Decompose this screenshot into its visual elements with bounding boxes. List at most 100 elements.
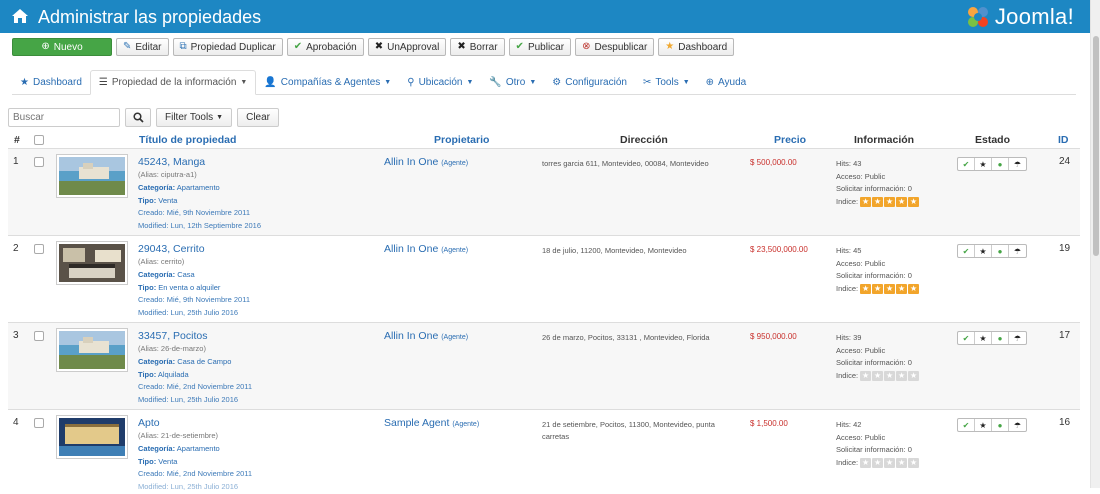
property-alias: (Alias: 26-de-marzo) bbox=[138, 344, 206, 353]
access-level: Acceso: Public bbox=[836, 345, 886, 355]
star-filled-icon: ★ bbox=[860, 196, 872, 207]
published-icon[interactable]: ● bbox=[992, 245, 1009, 257]
delete-button[interactable]: ✖ Borrar bbox=[450, 38, 505, 56]
map-marker-icon: ⚲ bbox=[407, 77, 415, 88]
property-stats: Hits: 42 Acceso: Public Solicitar inform… bbox=[836, 419, 920, 469]
row-number: 2 bbox=[13, 243, 19, 254]
row-checkbox[interactable] bbox=[34, 157, 44, 167]
access-level: Acceso: Public bbox=[836, 171, 886, 181]
type-label: Tipo: bbox=[138, 195, 157, 205]
table-row: 3 33457, Pocitos (Alias: 26-de-marzo) Ca… bbox=[8, 322, 1080, 409]
row-checkbox[interactable] bbox=[34, 331, 44, 341]
property-info: 29043, Cerrito (Alias: cerrito) Categorí… bbox=[138, 242, 378, 320]
tab-configuration[interactable]: ⚙ Configuración bbox=[544, 70, 635, 95]
tab-location[interactable]: ⚲ Ubicación ▼ bbox=[399, 70, 481, 95]
star-empty-icon: ★ bbox=[884, 457, 896, 468]
search-button[interactable] bbox=[125, 108, 151, 127]
approved-check-icon[interactable]: ✔ bbox=[958, 245, 975, 257]
owner-link[interactable]: Allin In One (Agente) bbox=[384, 156, 468, 168]
col-info: Información bbox=[854, 134, 915, 146]
tab-property-info[interactable]: ☰ Propiedad de la información ▼ bbox=[89, 70, 257, 95]
edit-button[interactable]: ✎ Editar bbox=[116, 38, 169, 56]
joomla-wordmark: Joomla! bbox=[994, 4, 1074, 29]
owner-link[interactable]: Sample Agent (Agente) bbox=[384, 417, 479, 429]
tab-dashboard[interactable]: ★ Dashboard bbox=[12, 70, 90, 95]
star-empty-icon: ★ bbox=[908, 370, 920, 381]
property-thumbnail[interactable] bbox=[56, 241, 128, 285]
unapprove-button[interactable]: ✖ UnApproval bbox=[367, 38, 447, 56]
property-address: torres garcia 611, Montevideo, 00084, Mo… bbox=[542, 159, 709, 168]
tab-help[interactable]: ⊕ Ayuda bbox=[698, 70, 755, 95]
unpublish-button[interactable]: ⊗ Despublicar bbox=[575, 38, 655, 56]
publish-button[interactable]: ✔ Publicar bbox=[508, 38, 572, 56]
property-thumbnail[interactable] bbox=[56, 415, 128, 459]
index-label: Indice: bbox=[836, 457, 859, 467]
approved-check-icon[interactable]: ✔ bbox=[958, 419, 975, 431]
tab-companies-agents[interactable]: 👤 Compañías & Agentes ▼ bbox=[256, 70, 399, 95]
tab-label: Otro bbox=[505, 77, 526, 88]
property-created: Creado: Mié, 9th Noviembre 2011 bbox=[138, 208, 251, 218]
type-label: Tipo: bbox=[138, 282, 157, 292]
unapprove-button-label: UnApproval bbox=[387, 41, 440, 53]
property-title-link[interactable]: 45243, Manga bbox=[138, 155, 378, 169]
plus-circle-icon: ⊕ bbox=[41, 41, 50, 52]
caret-down-icon: ▼ bbox=[682, 79, 690, 86]
featured-star-icon[interactable]: ★ bbox=[975, 158, 992, 170]
hot-icon[interactable]: ☂ bbox=[1009, 245, 1026, 257]
filter-tools-button[interactable]: Filter Tools ▼ bbox=[156, 108, 233, 127]
hot-icon[interactable]: ☂ bbox=[1009, 158, 1026, 170]
table-row: 2 29043, Cerrito (Alias: cerrito) Catego… bbox=[8, 235, 1080, 322]
search-input[interactable] bbox=[8, 108, 120, 127]
duplicate-button[interactable]: ⧉ Propiedad Duplicar bbox=[172, 38, 283, 56]
col-id[interactable]: ID bbox=[1058, 134, 1069, 146]
published-icon[interactable]: ● bbox=[992, 332, 1009, 344]
owner-link[interactable]: Allin In One (Agente) bbox=[384, 243, 468, 255]
tab-tools[interactable]: ✂ Tools ▼ bbox=[635, 70, 698, 95]
star-empty-icon: ★ bbox=[872, 457, 884, 468]
property-thumbnail[interactable] bbox=[56, 328, 128, 372]
property-title-link[interactable]: 33457, Pocitos bbox=[138, 329, 378, 343]
access-level: Acceso: Public bbox=[836, 432, 886, 442]
hot-icon[interactable]: ☂ bbox=[1009, 419, 1026, 431]
dashboard-button[interactable]: ★ Dashboard bbox=[658, 38, 735, 56]
property-created: Creado: Mié, 2nd Noviembre 2011 bbox=[138, 469, 253, 479]
owner-link[interactable]: Allin In One (Agente) bbox=[384, 330, 468, 342]
scrollbar-thumb[interactable] bbox=[1093, 36, 1099, 256]
published-icon[interactable]: ● bbox=[992, 158, 1009, 170]
col-owner[interactable]: Propietario bbox=[434, 134, 489, 146]
property-price: $ 500,000.00 bbox=[750, 158, 797, 167]
owner-name: Sample Agent bbox=[384, 417, 450, 429]
row-checkbox[interactable] bbox=[34, 418, 44, 428]
featured-star-icon[interactable]: ★ bbox=[975, 332, 992, 344]
owner-role: (Agente) bbox=[441, 160, 469, 167]
tab-other[interactable]: 🔧 Otro ▼ bbox=[481, 70, 544, 95]
published-icon[interactable]: ● bbox=[992, 419, 1009, 431]
property-title-link[interactable]: Apto bbox=[138, 416, 378, 430]
property-title-link[interactable]: 29043, Cerrito bbox=[138, 242, 378, 256]
hot-icon[interactable]: ☂ bbox=[1009, 332, 1026, 344]
col-title[interactable]: Título de propiedad bbox=[139, 134, 236, 146]
duplicate-button-label: Propiedad Duplicar bbox=[190, 41, 276, 53]
row-checkbox[interactable] bbox=[34, 244, 44, 254]
approved-check-icon[interactable]: ✔ bbox=[958, 332, 975, 344]
property-address: 21 de setiembre, Pocitos, 11300, Montevi… bbox=[542, 420, 715, 441]
user-icon: 👤 bbox=[264, 77, 277, 88]
featured-star-icon[interactable]: ★ bbox=[975, 245, 992, 257]
page-scrollbar[interactable] bbox=[1090, 0, 1100, 488]
col-price[interactable]: Precio bbox=[774, 134, 806, 146]
rating-stars: ★ ★ ★ ★ ★ bbox=[860, 370, 920, 381]
col-address: Dirección bbox=[620, 134, 668, 146]
property-modified: Modified: Lun, 25th Julio 2016 bbox=[138, 308, 239, 318]
approve-button[interactable]: ✔ Aprobación bbox=[286, 38, 364, 56]
property-stats: Hits: 45 Acceso: Public Solicitar inform… bbox=[836, 245, 920, 295]
approved-check-icon[interactable]: ✔ bbox=[958, 158, 975, 170]
new-button[interactable]: ⊕ Nuevo bbox=[12, 38, 112, 56]
featured-star-icon[interactable]: ★ bbox=[975, 419, 992, 431]
clear-button[interactable]: Clear bbox=[237, 108, 280, 127]
select-all-checkbox[interactable] bbox=[34, 135, 44, 145]
hits-count: Hits: 43 bbox=[836, 159, 862, 168]
hits-count: Hits: 45 bbox=[836, 246, 862, 255]
property-photo bbox=[59, 418, 125, 456]
property-type: Venta bbox=[158, 195, 178, 205]
property-thumbnail[interactable] bbox=[56, 154, 128, 198]
